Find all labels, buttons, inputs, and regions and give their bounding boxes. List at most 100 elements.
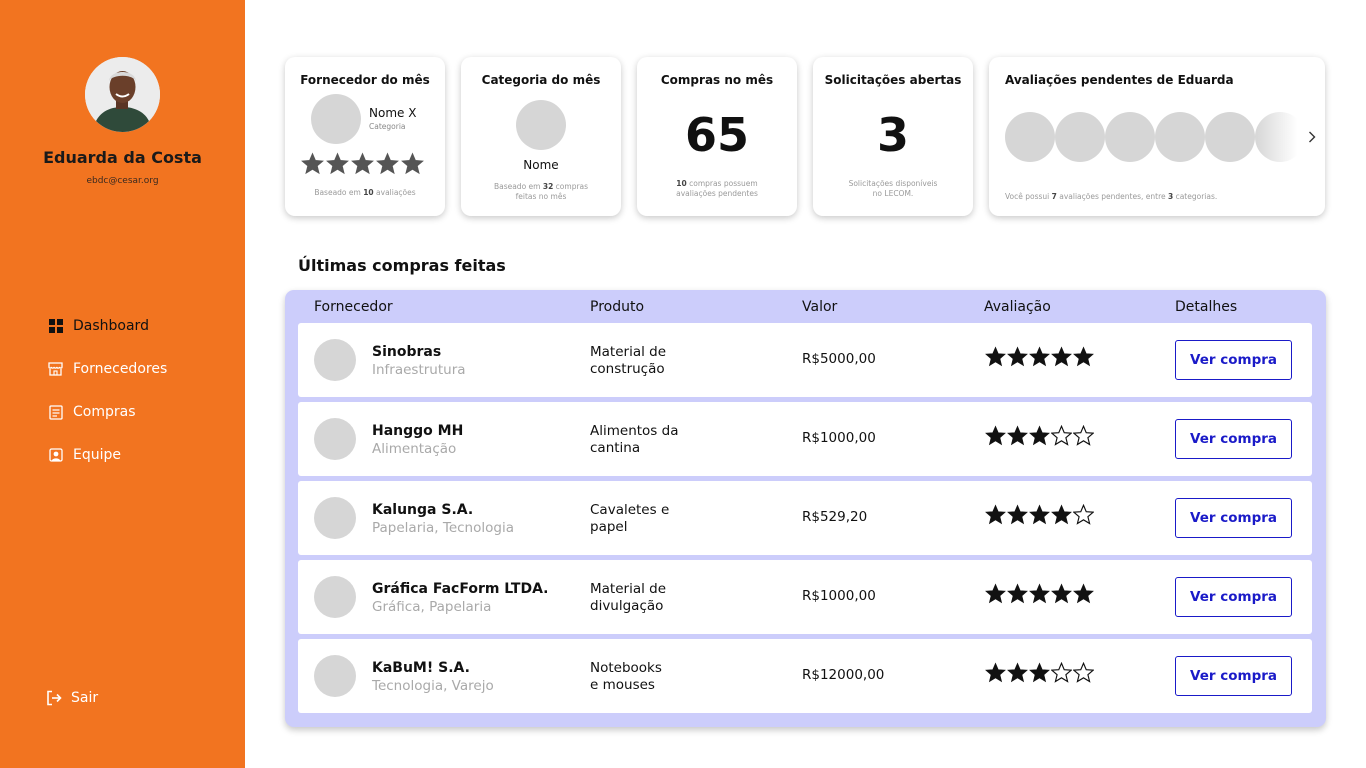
dashboard-grid-icon bbox=[48, 319, 63, 334]
star-filled-icon bbox=[1051, 583, 1072, 604]
logout-icon bbox=[46, 690, 62, 706]
purchase-value: R$5000,00 bbox=[802, 351, 876, 367]
logout-button[interactable]: Sair bbox=[46, 690, 98, 706]
product-description: Cavaletes e papel bbox=[590, 502, 720, 536]
rating-stars bbox=[985, 662, 1094, 683]
card-supplier-of-month: Fornecedor do mês Nome X Categoria Basea… bbox=[285, 57, 445, 216]
pending-review-avatar[interactable] bbox=[1105, 112, 1155, 162]
star-filled-icon bbox=[1007, 425, 1028, 446]
star-filled-icon bbox=[1051, 504, 1072, 525]
card-title: Avaliações pendentes de Eduarda bbox=[1005, 73, 1234, 87]
note-text: Você possui bbox=[1005, 192, 1052, 201]
view-purchase-button[interactable]: Ver compra bbox=[1175, 419, 1292, 459]
product-description: Notebooks e mouses bbox=[590, 660, 720, 694]
supplier-logo bbox=[314, 655, 356, 697]
supplier-name: Hanggo MH bbox=[372, 423, 464, 439]
note-text: feitas no mês bbox=[515, 192, 567, 201]
star-filled-icon bbox=[985, 662, 1006, 683]
star-filled-icon bbox=[1029, 583, 1050, 604]
supplier-category: Alimentação bbox=[372, 441, 457, 457]
rating-stars bbox=[985, 583, 1094, 604]
star-filled-icon bbox=[401, 152, 424, 175]
star-outline-icon bbox=[1073, 662, 1094, 683]
pending-review-avatar[interactable] bbox=[1005, 112, 1055, 162]
star-filled-icon bbox=[326, 152, 349, 175]
avatar[interactable] bbox=[85, 57, 160, 132]
category-image-placeholder bbox=[516, 100, 566, 150]
store-icon bbox=[48, 362, 63, 377]
nav-item-compras[interactable]: Compras bbox=[48, 401, 136, 423]
nav-label-dashboard: Dashboard bbox=[73, 318, 149, 334]
rating-stars bbox=[985, 425, 1094, 446]
note-text: avaliações pendentes bbox=[676, 189, 758, 198]
star-filled-icon bbox=[1007, 504, 1028, 525]
note-text: no LECOM. bbox=[872, 189, 914, 198]
pending-review-avatar[interactable] bbox=[1255, 112, 1305, 162]
note-text: compras possuem bbox=[686, 179, 758, 188]
supplier-note: Baseado em 10 avaliações bbox=[293, 188, 437, 198]
card-title: Fornecedor do mês bbox=[300, 73, 430, 87]
star-filled-icon bbox=[1073, 346, 1094, 367]
pending-review-avatar[interactable] bbox=[1155, 112, 1205, 162]
reviews-note: Você possui 7 avaliações pendentes, entr… bbox=[1005, 192, 1217, 201]
pending-review-avatar[interactable] bbox=[1205, 112, 1255, 162]
rating-stars bbox=[985, 504, 1094, 525]
card-pending-reviews: Avaliações pendentes de Eduarda Você pos… bbox=[989, 57, 1325, 216]
note-text: avaliações pendentes, entre bbox=[1056, 192, 1168, 201]
supplier-category: Gráfica, Papelaria bbox=[372, 599, 492, 615]
product-line: cantina bbox=[590, 440, 641, 456]
card-purchases-month: Compras no mês 65 10 compras possuem aval… bbox=[637, 57, 797, 216]
product-line: papel bbox=[590, 519, 628, 535]
table-row: Gráfica FacForm LTDA. Gráfica, Papelaria M… bbox=[298, 560, 1312, 634]
category-name: Nome bbox=[523, 158, 559, 172]
nav-item-equipe[interactable]: Equipe bbox=[48, 444, 121, 466]
nav-label-compras: Compras bbox=[73, 404, 136, 420]
supplier-logo bbox=[314, 497, 356, 539]
rating-stars bbox=[985, 346, 1094, 367]
star-filled-icon bbox=[1007, 583, 1028, 604]
star-outline-icon bbox=[1051, 425, 1072, 446]
product-description: Material de construção bbox=[590, 344, 720, 378]
supplier-category: Tecnologia, Varejo bbox=[372, 678, 494, 694]
table-row: Sinobras Infraestrutura Material de constru… bbox=[298, 323, 1312, 397]
card-open-requests: Solicitações abertas 3 Solicitações disp… bbox=[813, 57, 973, 216]
nav-item-fornecedores[interactable]: Fornecedores bbox=[48, 358, 167, 380]
product-description: Material de divulgação bbox=[590, 581, 720, 615]
view-purchase-button[interactable]: Ver compra bbox=[1175, 656, 1292, 696]
column-header-rating: Avaliação bbox=[984, 299, 1051, 315]
category-note: Baseado em 32 compras feitas no mês bbox=[469, 182, 613, 202]
product-line: construção bbox=[590, 361, 665, 377]
column-header-value: Valor bbox=[802, 299, 838, 315]
star-filled-icon bbox=[1007, 662, 1028, 683]
purchases-count: 65 bbox=[684, 108, 749, 162]
view-purchase-button[interactable]: Ver compra bbox=[1175, 498, 1292, 538]
supplier-logo-placeholder bbox=[311, 94, 361, 144]
star-outline-icon bbox=[1073, 425, 1094, 446]
supplier-name: Sinobras bbox=[372, 344, 442, 360]
star-filled-icon bbox=[1029, 662, 1050, 683]
chevron-right-icon[interactable] bbox=[1305, 127, 1319, 147]
note-count: 10 bbox=[676, 179, 687, 188]
star-filled-icon bbox=[1029, 425, 1050, 446]
supplier-name: Kalunga S.A. bbox=[372, 502, 474, 518]
pending-review-avatar[interactable] bbox=[1055, 112, 1105, 162]
nav-label-fornecedores: Fornecedores bbox=[73, 361, 168, 377]
supplier-name: Gráfica FacForm LTDA. bbox=[372, 581, 549, 597]
supplier-category: Categoria bbox=[369, 122, 406, 131]
product-line: e mouses bbox=[590, 677, 655, 693]
supplier-category: Papelaria, Tecnologia bbox=[372, 520, 514, 536]
product-line: Material de bbox=[590, 344, 667, 360]
purchase-value: R$1000,00 bbox=[802, 430, 876, 446]
star-outline-icon bbox=[1073, 504, 1094, 525]
supplier-rating bbox=[301, 152, 424, 175]
view-purchase-button[interactable]: Ver compra bbox=[1175, 577, 1292, 617]
star-filled-icon bbox=[985, 583, 1006, 604]
view-purchase-button[interactable]: Ver compra bbox=[1175, 340, 1292, 380]
nav-label-equipe: Equipe bbox=[73, 447, 121, 463]
supplier-category: Infraestrutura bbox=[372, 362, 466, 378]
receipt-icon bbox=[48, 404, 63, 420]
product-description: Alimentos da cantina bbox=[590, 423, 720, 457]
note-text: Baseado em bbox=[493, 182, 543, 191]
nav-item-dashboard[interactable]: Dashboard bbox=[48, 315, 149, 337]
note-text: Baseado em bbox=[314, 188, 364, 197]
